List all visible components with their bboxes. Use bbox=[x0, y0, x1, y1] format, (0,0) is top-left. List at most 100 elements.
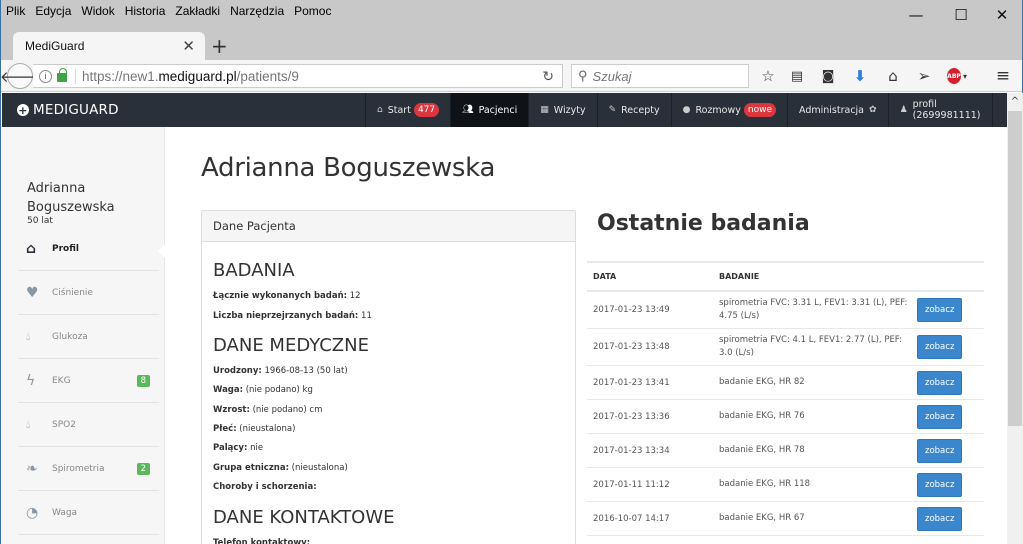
user-icon: ♟ bbox=[899, 105, 908, 115]
dashboard-icon: ◔ bbox=[26, 504, 39, 521]
nav-profil[interactable]: ♟ profil (2699981111) bbox=[887, 93, 992, 127]
bolt-icon: ϟ bbox=[26, 372, 36, 389]
menu-historia[interactable]: Historia bbox=[125, 4, 166, 18]
exam-date: 2017-01-23 13:49 bbox=[593, 305, 670, 315]
nav-recepty[interactable]: ✎ Recepty bbox=[596, 93, 671, 127]
menu-pomoc[interactable]: Pomoc bbox=[294, 4, 331, 18]
leaf-icon: ❧ bbox=[26, 460, 38, 477]
table-row: 2017-01-23 13:41 badanie EKG, HR 82 zobacz bbox=[587, 366, 984, 400]
exam-date: 2017-01-11 11:12 bbox=[593, 479, 670, 490]
sidebar-patient-age: 50 lat bbox=[27, 216, 53, 226]
nav-start[interactable]: ⌂ Start 477 bbox=[365, 93, 450, 127]
plus-circle-icon: + bbox=[17, 103, 29, 117]
url-bar[interactable]: i https://new1.mediguard.pl/patients/9 ↻ bbox=[33, 64, 563, 88]
menu-zakladki[interactable]: Zakładki bbox=[175, 4, 220, 18]
drop-icon: 💧︎ bbox=[26, 417, 31, 431]
home-icon: ⌂ bbox=[26, 240, 37, 257]
maximize-button[interactable]: ☐ bbox=[938, 0, 984, 30]
nav-logout[interactable]: ↷ bbox=[991, 93, 1007, 127]
view-exam-button[interactable]: zobacz bbox=[917, 472, 963, 497]
active-item-caret bbox=[158, 244, 165, 258]
edit-icon: ✎ bbox=[608, 105, 617, 115]
comments-icon: ● bbox=[682, 105, 691, 115]
new-tab-button[interactable]: + bbox=[211, 34, 228, 58]
close-tab-icon[interactable]: ✕ bbox=[182, 37, 195, 55]
nav-wizyty[interactable]: ▦ Wizyty bbox=[528, 93, 596, 127]
view-exam-button[interactable]: zobacz bbox=[917, 506, 963, 531]
heart-icon: ♥ bbox=[26, 284, 39, 301]
sidebar-item-glukoza[interactable]: 💧︎ Glukoza bbox=[18, 315, 159, 359]
search-placeholder: Szukaj bbox=[592, 68, 632, 84]
send-icon[interactable]: ➢ bbox=[914, 66, 934, 86]
main-nav: ⌂ Start 477 👥︎ Pacjenci ▦ Wizyty ✎ Recepty ● R… bbox=[365, 93, 1007, 127]
nav-pacjenci[interactable]: 👥︎ Pacjenci bbox=[450, 93, 529, 127]
sidebar-item-spirometria[interactable]: ❧ Spirometria 2 bbox=[18, 447, 159, 491]
menu-widok[interactable]: Widok bbox=[81, 4, 114, 18]
spirometria-count-badge: 2 bbox=[136, 462, 150, 475]
exam-description: badanie EKG, HR 78 bbox=[719, 445, 805, 455]
patient-sidebar: Adrianna Boguszewska 50 lat ⌂ Profil ♥ Ciśn… bbox=[2, 127, 165, 544]
sidebar-item-profil[interactable]: ⌂ Profil bbox=[18, 227, 159, 271]
field-urodzony: Urodzony: 1966-08-13 (50 lat) bbox=[213, 366, 348, 376]
table-row: 2016-10-07 14:17 badanie EKG, HR 67 zobacz bbox=[587, 502, 984, 536]
field-unseen-exams: Liczba nieprzejrzanych badań: 11 bbox=[213, 311, 372, 321]
reading-list-icon[interactable]: ▤ bbox=[787, 66, 807, 86]
sidebar-item-ekg[interactable]: ϟ EKG 8 bbox=[18, 359, 159, 403]
view-exam-button[interactable]: zobacz bbox=[917, 335, 963, 359]
column-header-exam: BADANIE bbox=[719, 272, 760, 281]
home-icon[interactable]: ⌂ bbox=[883, 66, 903, 86]
browser-tab[interactable]: MediGuard ✕ bbox=[13, 32, 205, 60]
table-row: 2017-01-23 13:48 spirometria FVC: 4.1 L, … bbox=[587, 329, 984, 366]
table-header: DATA BADANIE bbox=[587, 261, 984, 292]
search-icon: ⚲ bbox=[578, 68, 588, 83]
scrollbar-thumb[interactable] bbox=[1008, 111, 1022, 426]
menu-edycja[interactable]: Edycja bbox=[35, 4, 71, 18]
view-exam-button[interactable]: zobacz bbox=[917, 370, 963, 395]
section-badania: BADANIA bbox=[213, 260, 295, 281]
nav-rozmowy[interactable]: ● Rozmowy nowe bbox=[670, 93, 787, 127]
bookmark-star-icon[interactable]: ☆ bbox=[758, 66, 778, 86]
app-navbar: + MEDIGUARD ⌂ Start 477 👥︎ Pacjenci ▦ Wizyty… bbox=[2, 93, 1007, 127]
reload-icon[interactable]: ↻ bbox=[542, 68, 554, 85]
url-text[interactable]: https://new1.mediguard.pl/patients/9 bbox=[75, 68, 299, 84]
section-dane-kontaktowe: DANE KONTAKTOWE bbox=[213, 507, 395, 528]
adblock-button[interactable]: ABP ▾ bbox=[947, 66, 967, 86]
table-row: 2017-01-11 11:12 badanie EKG, HR 118 zobac… bbox=[587, 468, 984, 502]
hamburger-menu-icon[interactable]: ≡ bbox=[993, 66, 1013, 86]
pocket-icon[interactable]: ◙ bbox=[818, 66, 838, 86]
back-button[interactable]: 🡐 bbox=[0, 63, 40, 89]
field-choroby: Choroby i schorzenia: bbox=[213, 482, 317, 492]
search-input[interactable]: ⚲ Szukaj bbox=[571, 64, 749, 88]
download-icon[interactable]: ⬇ bbox=[850, 66, 870, 86]
sidebar-item-spo2[interactable]: 💧︎ SPO2 bbox=[18, 403, 159, 447]
table-row: 2017-01-23 13:36 badanie EKG, HR 76 zobacz bbox=[587, 400, 984, 434]
view-exam-button[interactable]: zobacz bbox=[917, 404, 963, 429]
menu-bar: Plik Edycja Widok Historia Zakładki Narz… bbox=[1, 0, 1022, 22]
section-dane-medyczne: DANE MEDYCZNE bbox=[213, 335, 369, 356]
view-exam-button[interactable]: zobacz bbox=[917, 298, 963, 322]
view-exam-button[interactable]: zobacz bbox=[917, 438, 963, 463]
sidebar-patient-name: Adrianna Boguszewska bbox=[27, 181, 115, 215]
exam-description: badanie EKG, HR 67 bbox=[719, 513, 805, 523]
info-icon[interactable]: i bbox=[39, 69, 52, 83]
table-row: 2017-01-23 13:49 spirometria FVC: 3.31 L,… bbox=[587, 292, 984, 329]
menu-narzedzia[interactable]: Narzędzia bbox=[230, 4, 284, 18]
sidebar-item-waga[interactable]: ◔ Waga bbox=[18, 491, 159, 535]
navigation-toolbar: 🡐 i https://new1.mediguard.pl/patients/9… bbox=[0, 60, 1022, 92]
exam-description: spirometria FVC: 3.31 L, FEV1: 3.31 (L),… bbox=[719, 298, 908, 321]
vertical-scrollbar[interactable]: ^ bbox=[1007, 93, 1023, 544]
menu-plik[interactable]: Plik bbox=[6, 4, 25, 18]
rozmowy-badge: nowe bbox=[743, 103, 776, 117]
tab-title: MediGuard bbox=[25, 39, 85, 53]
exam-date: 2016-10-07 14:17 bbox=[593, 513, 670, 524]
exam-description: badanie EKG, HR 118 bbox=[719, 479, 811, 489]
close-window-button[interactable]: ✕ bbox=[979, 0, 1023, 30]
panel-title: Dane Pacjenta bbox=[202, 211, 575, 242]
scroll-up-icon[interactable]: ^ bbox=[1007, 93, 1023, 109]
field-palacy: Palący: nie bbox=[213, 443, 264, 453]
nav-administracja[interactable]: Administracja ✿ bbox=[787, 93, 888, 127]
brand-logo[interactable]: + MEDIGUARD bbox=[17, 93, 119, 127]
minimize-button[interactable]: — bbox=[893, 0, 939, 30]
sidebar-item-cisnienie[interactable]: ♥ Ciśnienie bbox=[18, 271, 159, 315]
ekg-count-badge: 8 bbox=[136, 374, 150, 387]
